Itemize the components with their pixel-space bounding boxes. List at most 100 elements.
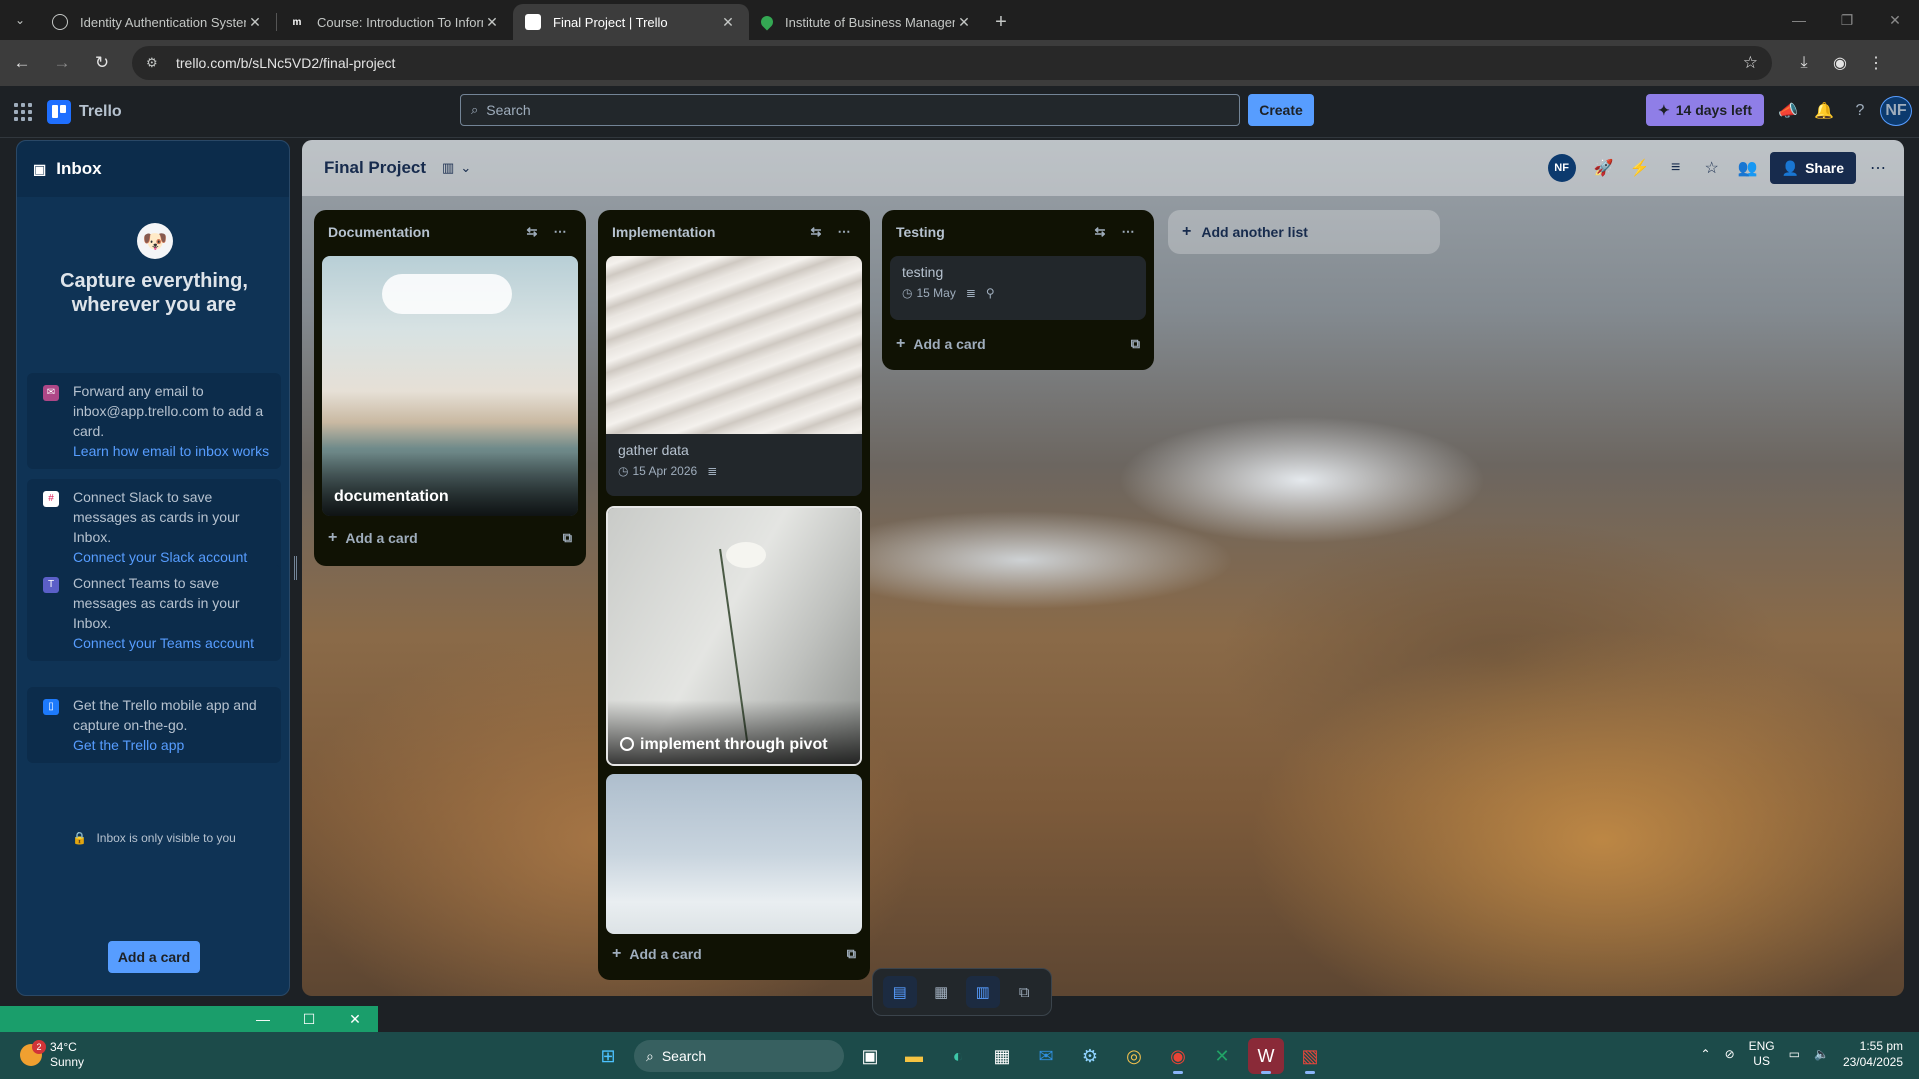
network-app-icon[interactable]: ⚙ — [1072, 1038, 1108, 1074]
list-menu-icon[interactable]: ⋯ — [830, 224, 858, 240]
store-icon[interactable]: ▦ — [984, 1038, 1020, 1074]
notifications-icon[interactable]: 🔔 — [1808, 96, 1840, 126]
close-tab-icon[interactable]: ✕ — [955, 14, 973, 31]
add-another-list-button[interactable]: + Add another list — [1168, 210, 1440, 254]
chrome-icon[interactable]: ◉ — [1160, 1038, 1196, 1074]
add-card-button[interactable]: + Add a card ⧉ — [606, 938, 862, 970]
browser-tab[interactable]: m Course: Introduction To Inform ✕ — [277, 4, 513, 40]
help-icon[interactable]: ? — [1844, 96, 1876, 126]
word-icon[interactable]: W — [1248, 1038, 1284, 1074]
inbox-add-card-button[interactable]: Add a card — [108, 941, 200, 973]
chevron-up-icon[interactable]: ⌃ — [1701, 1047, 1711, 1061]
close-window-icon[interactable]: ✕ — [1871, 0, 1919, 40]
volume-icon[interactable]: 🔈 — [1814, 1047, 1829, 1061]
list-title[interactable]: Testing — [896, 224, 1086, 240]
megaphone-icon[interactable]: 📣 — [1772, 96, 1804, 126]
taskbar-search[interactable]: ⌕ Search — [634, 1040, 844, 1072]
panel-resize-handle[interactable] — [294, 556, 297, 580]
close-icon[interactable]: ✕ — [332, 1011, 378, 1028]
misty-forest-cover — [606, 774, 862, 934]
share-button[interactable]: 👤 Share — [1769, 152, 1856, 184]
browser-tab-active[interactable]: Final Project | Trello ✕ — [513, 4, 749, 40]
language-indicator[interactable]: ENG US — [1749, 1039, 1775, 1069]
filter-icon[interactable]: ≡ — [1662, 152, 1690, 184]
card-title: gather data — [618, 442, 689, 458]
search-input[interactable]: ⌕ Search — [460, 94, 1240, 126]
outlook-icon[interactable]: ✉ — [1028, 1038, 1064, 1074]
reload-button[interactable]: ↻ — [84, 45, 120, 81]
card-gather-data[interactable]: gather data ◷ 15 Apr 2026 ≣ — [606, 256, 862, 496]
task-view-icon[interactable]: ▣ — [852, 1038, 888, 1074]
address-bar[interactable]: ⚙ trello.com/b/sLNc5VD2/final-project ☆ — [132, 46, 1772, 80]
list-title[interactable]: Implementation — [612, 224, 802, 240]
card-misty-forest[interactable] — [606, 774, 862, 934]
file-explorer-icon[interactable]: ▬ — [896, 1038, 932, 1074]
bookmark-star-icon[interactable]: ☆ — [1743, 53, 1758, 73]
back-button[interactable]: ← — [4, 45, 40, 81]
collapse-list-icon[interactable]: ⇆ — [518, 224, 546, 240]
close-tab-icon[interactable]: ✕ — [246, 14, 264, 31]
member-avatar[interactable]: NF — [1547, 154, 1576, 182]
list-title[interactable]: Documentation — [328, 224, 518, 240]
list-menu-icon[interactable]: ⋯ — [1114, 224, 1142, 240]
windows-start-icon[interactable]: ⊞ — [590, 1038, 626, 1074]
complete-checkbox-icon[interactable] — [620, 737, 634, 751]
network-off-icon[interactable]: ⊘ — [1725, 1047, 1735, 1061]
tab-search-button[interactable]: ⌄ — [0, 0, 40, 40]
collapse-list-icon[interactable]: ⇆ — [802, 224, 830, 240]
minimize-icon[interactable]: — — [240, 1011, 286, 1027]
card-testing[interactable]: testing ◷ 15 May ≣ ⚲ — [890, 256, 1146, 320]
automation-icon[interactable]: ⚡ — [1626, 152, 1654, 184]
site-settings-icon[interactable]: ⚙ — [146, 55, 164, 71]
pdf-app-icon[interactable]: ▧ — [1292, 1038, 1328, 1074]
tip-link[interactable]: Connect your Slack account — [73, 547, 271, 567]
collapse-list-icon[interactable]: ⇆ — [1086, 224, 1114, 240]
board-toggle-icon[interactable]: ▥ — [965, 976, 1000, 1008]
visibility-icon[interactable]: 👥 — [1734, 152, 1762, 184]
card-template-icon[interactable]: ⧉ — [563, 530, 572, 546]
close-tab-icon[interactable]: ✕ — [483, 14, 501, 31]
browser-tab[interactable]: Institute of Business Manageme ✕ — [749, 4, 985, 40]
display-icon[interactable]: ▭ — [1789, 1047, 1800, 1061]
board-view-switcher[interactable]: ▥ ⌄ — [442, 160, 471, 176]
restore-icon[interactable]: ❐ — [1823, 0, 1871, 40]
minimize-icon[interactable]: — — [1775, 0, 1823, 40]
trello-logo[interactable]: Trello — [47, 99, 122, 124]
card-implement-through-pivot[interactable]: implement through pivot — [606, 506, 862, 766]
glasses-app-icon[interactable]: ◎ — [1116, 1038, 1152, 1074]
power-ups-icon[interactable]: 🚀 — [1590, 152, 1618, 184]
clock[interactable]: 1:55 pm 23/04/2025 — [1843, 1038, 1903, 1070]
tip-link[interactable]: Connect your Teams account — [73, 633, 271, 653]
card-template-icon[interactable]: ⧉ — [847, 946, 856, 962]
card-template-icon[interactable]: ⧉ — [1131, 336, 1140, 352]
star-icon[interactable]: ☆ — [1698, 152, 1726, 184]
download-icon[interactable]: ⤓ — [1786, 45, 1822, 81]
account-avatar[interactable]: NF — [1880, 96, 1912, 126]
inbox-toggle-icon[interactable]: ▤ — [882, 976, 917, 1008]
trial-button[interactable]: ✦ 14 days left — [1646, 94, 1764, 126]
profile-icon[interactable]: ◉ — [1822, 45, 1858, 81]
list-menu-icon[interactable]: ⋯ — [546, 224, 574, 240]
card-documentation[interactable]: documentation — [322, 256, 578, 516]
add-card-button[interactable]: + Add a card ⧉ — [322, 522, 578, 554]
add-card-button[interactable]: + Add a card ⧉ — [890, 328, 1146, 360]
tip-link[interactable]: Learn how email to inbox works — [73, 441, 271, 461]
maximize-icon[interactable]: ☐ — [286, 1011, 332, 1028]
planner-icon[interactable]: ▦ — [924, 976, 958, 1008]
create-button[interactable]: Create — [1248, 94, 1314, 126]
clock-date: 23/04/2025 — [1842, 1055, 1903, 1069]
edge-icon[interactable]: ◐ — [940, 1038, 976, 1074]
excel-icon[interactable]: ✕ — [1204, 1038, 1240, 1074]
url-text[interactable]: trello.com/b/sLNc5VD2/final-project — [176, 55, 1743, 71]
more-menu-icon[interactable]: ⋯ — [1864, 152, 1892, 184]
weather-widget[interactable]: 2 34°C Sunny — [20, 1040, 84, 1070]
more-menu-icon[interactable]: ⋮ — [1858, 45, 1894, 81]
new-tab-button[interactable]: + — [985, 4, 1017, 40]
app-switcher-icon[interactable] — [11, 100, 35, 124]
tip-link[interactable]: Get the Trello app — [73, 735, 271, 755]
close-tab-icon[interactable]: ✕ — [719, 14, 737, 31]
board-title[interactable]: Final Project — [324, 158, 426, 178]
switch-boards-icon[interactable]: ⧉ — [1007, 976, 1041, 1008]
browser-tab[interactable]: Identity Authentication System ✕ — [40, 4, 276, 40]
forward-button[interactable]: → — [44, 45, 80, 81]
